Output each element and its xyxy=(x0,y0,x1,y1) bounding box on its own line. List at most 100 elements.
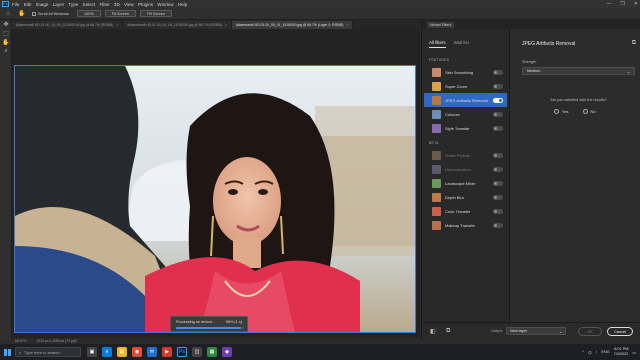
filter-toggle[interactable] xyxy=(493,98,503,103)
filter-toggle[interactable] xyxy=(493,84,503,89)
filter-item[interactable]: Color Transfer xyxy=(424,204,507,218)
store-icon[interactable]: ◫ xyxy=(192,347,202,357)
chrome-icon[interactable]: ◉ xyxy=(132,347,142,357)
app-icon[interactable]: ◆ xyxy=(222,347,232,357)
output-select[interactable]: New layer ⌄ xyxy=(506,327,566,335)
options-bar: ⌂ ✋ Scroll All Windows 100% Fit Screen F… xyxy=(0,8,640,20)
tab-all-filters[interactable]: All filters xyxy=(429,40,446,48)
document-tab[interactable]: Adaemonall HD-01.00_00_04_15.50000.jpg @… xyxy=(123,21,232,29)
move-tool-icon[interactable]: ✥ xyxy=(0,20,12,29)
filter-item[interactable]: Smart Portrait xyxy=(424,148,507,162)
filter-label: Landscape Mixer xyxy=(445,180,476,186)
taskbar-search[interactable]: ⌕ Type here to search xyxy=(15,347,81,357)
layers-stack-icon[interactable]: ⧉ xyxy=(446,328,450,335)
strength-value: Medium xyxy=(527,69,541,73)
featured-filters: Skin Smoothing Super Zoom JPEG Artifacts R… xyxy=(422,65,509,135)
portrait-photo xyxy=(15,66,415,332)
filter-item[interactable]: Landscape Mixer xyxy=(424,176,507,190)
sheets-icon[interactable]: ▦ xyxy=(207,347,217,357)
network-icon[interactable]: ⌬ xyxy=(588,350,591,355)
menu-window[interactable]: Window xyxy=(157,2,173,7)
close-tab-icon[interactable]: × xyxy=(346,23,348,27)
filter-toggle[interactable] xyxy=(493,126,503,131)
restore-icon[interactable]: ❐ xyxy=(620,1,624,7)
fill-screen-button[interactable]: Fill Screen xyxy=(140,10,172,17)
filter-thumbnail-icon xyxy=(432,150,441,160)
zoom-tool-icon[interactable]: ⌕ xyxy=(0,47,12,56)
mail-icon[interactable]: ✉ xyxy=(147,347,157,357)
ok-button[interactable]: OK xyxy=(578,327,602,336)
menu-image[interactable]: Image xyxy=(36,2,49,7)
windows-start-icon[interactable] xyxy=(4,348,11,356)
tray-chevron-icon[interactable]: ^ xyxy=(582,350,584,354)
menu-help[interactable]: Help xyxy=(178,2,187,7)
filter-thumbnail-icon xyxy=(432,67,441,77)
photoshop-taskbar-icon[interactable]: Ps xyxy=(177,347,187,357)
zoom-level[interactable]: 66.67% xyxy=(15,339,27,343)
filter-toggle[interactable] xyxy=(493,167,503,172)
filter-toggle[interactable] xyxy=(493,112,503,117)
radio-no[interactable] xyxy=(582,109,588,114)
menu-edit[interactable]: Edit xyxy=(24,2,32,7)
menu-select[interactable]: Select xyxy=(83,2,96,7)
scroll-all-windows-checkbox[interactable] xyxy=(32,11,36,16)
neural-filters-footer: ◧ ⧉ Output New layer ⌄ OK Cancel xyxy=(422,322,640,340)
filter-toggle[interactable] xyxy=(493,181,503,186)
filter-label: Smart Portrait xyxy=(445,152,470,158)
filter-item[interactable]: Makeup Transfer xyxy=(424,218,507,232)
zoom-100-button[interactable]: 100% xyxy=(77,10,101,17)
volume-icon[interactable]: ♪ xyxy=(595,350,597,354)
close-icon[interactable]: ✕ xyxy=(634,1,638,7)
menu-3d[interactable]: 3D xyxy=(114,2,120,7)
menu-layer[interactable]: Layer xyxy=(53,2,65,7)
filter-toggle[interactable] xyxy=(493,153,503,158)
edge-icon[interactable]: e xyxy=(102,347,112,357)
feedback-no[interactable]: No xyxy=(582,109,596,114)
filter-item[interactable]: Skin Smoothing xyxy=(424,65,507,79)
tab-wait-list[interactable]: Wait list xyxy=(454,40,469,48)
menu-filter[interactable]: Filter xyxy=(99,2,109,7)
radio-yes[interactable] xyxy=(554,109,559,114)
minimize-icon[interactable]: — xyxy=(606,1,611,7)
menu-view[interactable]: View xyxy=(124,2,134,7)
file-explorer-icon[interactable]: ▤ xyxy=(117,347,127,357)
filter-toggle[interactable] xyxy=(493,209,503,214)
filter-item[interactable]: JPEG Artifacts Removal xyxy=(424,93,507,107)
close-tab-icon[interactable]: × xyxy=(116,23,118,27)
filter-toggle[interactable] xyxy=(493,70,503,75)
document-tab[interactable]: Adaemonall HD-01.00_14_54_22.5000.00.jpg… xyxy=(12,21,124,29)
document-image[interactable] xyxy=(14,65,416,333)
filter-item[interactable]: Style Transfer xyxy=(424,121,507,135)
task-view-icon[interactable]: ▣ xyxy=(87,347,97,357)
marquee-tool-icon[interactable]: ⬚ xyxy=(0,29,12,38)
feedback-yes[interactable]: Yes xyxy=(554,109,569,114)
close-tab-icon[interactable]: × xyxy=(225,23,227,27)
filter-thumbnail-icon xyxy=(432,206,441,216)
filter-thumbnail-icon xyxy=(432,95,441,105)
filter-tabs: All filters Wait list xyxy=(422,29,509,48)
canvas-area[interactable]: Processing on device... 96% (1 s) xyxy=(12,29,420,340)
clock[interactable]: 8:01 PM 7/4/2022 xyxy=(614,347,629,357)
tray-language[interactable]: ENG xyxy=(601,350,609,354)
hand-tool-icon[interactable]: ✋ xyxy=(0,38,12,47)
filter-toggle[interactable] xyxy=(493,223,503,228)
filter-item[interactable]: Depth Blur xyxy=(424,190,507,204)
filter-item[interactable]: Colorize xyxy=(424,107,507,121)
preview-toggle-icon[interactable]: ◧ xyxy=(430,328,436,335)
menu-file[interactable]: File xyxy=(12,2,19,7)
home-icon[interactable]: ⌂ xyxy=(4,10,12,17)
notifications-icon[interactable]: ▭ xyxy=(632,350,636,355)
radio-yes-label: Yes xyxy=(562,109,569,114)
document-tab-active[interactable]: Adaemonall HD-01.00_09_01_15.50000.jpg @… xyxy=(231,21,354,29)
filter-toggle[interactable] xyxy=(493,195,503,200)
filter-item[interactable]: Harmonization xyxy=(424,162,507,176)
cancel-button[interactable]: Cancel xyxy=(607,327,633,336)
hand-tool-icon[interactable]: ✋ xyxy=(18,10,26,17)
menu-plugins[interactable]: Plugins xyxy=(138,2,153,7)
menu-type[interactable]: Type xyxy=(68,2,78,7)
fit-screen-button[interactable]: Fit Screen xyxy=(104,10,137,17)
filter-item[interactable]: Super Zoom xyxy=(424,79,507,93)
media-app-icon[interactable]: ▶ xyxy=(162,347,172,357)
layers-icon[interactable]: ⧉ xyxy=(632,40,636,47)
strength-select[interactable]: Medium ⌄ xyxy=(522,67,635,75)
